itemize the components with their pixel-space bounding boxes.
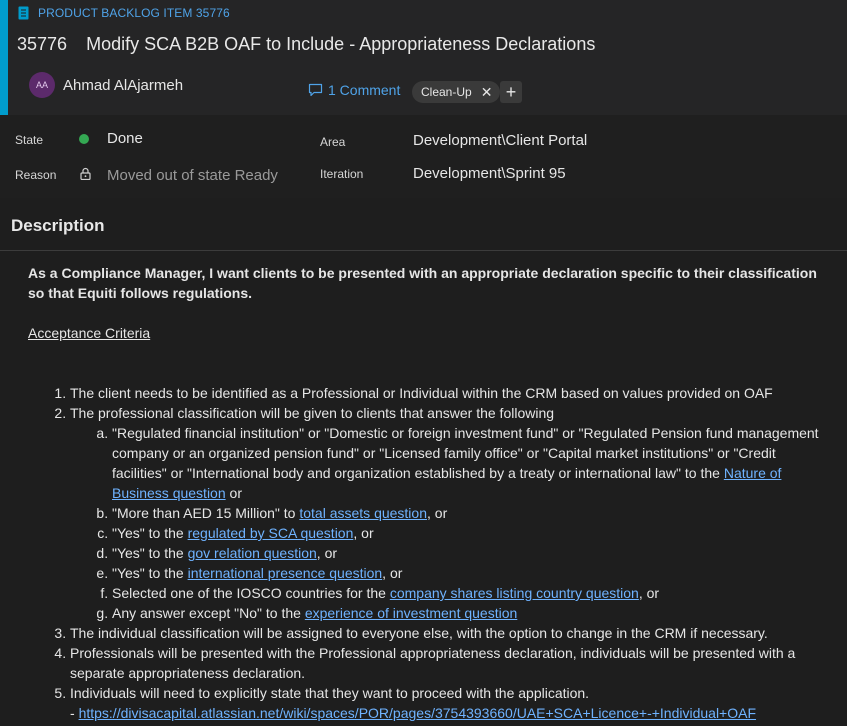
criteria-item-text: The professional classification will be …	[70, 405, 555, 421]
comments-link[interactable]: 1 Comment	[308, 82, 400, 98]
remove-tag-icon[interactable]: ✕	[481, 84, 493, 101]
criteria-item: The individual classification will be as…	[70, 623, 828, 643]
assignee-name[interactable]: Ahmad AlAjarmeh	[63, 77, 183, 94]
sub-criteria-item: "Yes" to the regulated by SCA question, …	[112, 523, 828, 543]
experience-of-investment-link[interactable]: experience of investment question	[305, 605, 517, 621]
acceptance-criteria-heading: Acceptance Criteria	[28, 325, 151, 341]
description-divider	[0, 250, 847, 251]
sub-criteria-item: "Yes" to the gov relation question, or	[112, 543, 828, 563]
criteria-item: The professional classification will be …	[70, 403, 828, 623]
state-label: State	[15, 133, 44, 147]
tag-clean-up[interactable]: Clean-Up ✕	[412, 81, 501, 103]
description-body[interactable]: As a Compliance Manager, I want clients …	[28, 263, 828, 723]
iteration-label: Iteration	[320, 167, 364, 181]
user-story: As a Compliance Manager, I want clients …	[28, 265, 817, 301]
add-tag-button[interactable]: +	[500, 81, 522, 103]
international-presence-link[interactable]: international presence question	[188, 565, 383, 581]
backlog-item-icon	[18, 6, 29, 20]
sub-criteria-item: Selected one of the IOSCO countries for …	[112, 583, 828, 603]
total-assets-link[interactable]: total assets question	[299, 505, 427, 521]
work-item-type-color-bar	[0, 0, 8, 115]
criteria-item: Individuals will need to explicitly stat…	[70, 683, 828, 723]
state-done-icon	[79, 134, 89, 144]
reason-value: Moved out of state Ready	[107, 167, 278, 184]
avatar[interactable]: AA	[29, 72, 55, 98]
comment-icon	[308, 83, 323, 97]
state-value[interactable]: Done	[107, 130, 143, 147]
criteria-item-text: Individuals will need to explicitly stat…	[70, 685, 590, 701]
description-heading: Description	[11, 216, 105, 235]
criteria-item: The client needs to be identified as a P…	[70, 383, 828, 403]
work-item-header: PRODUCT BACKLOG ITEM 35776 35776 Modify …	[0, 0, 847, 115]
acceptance-criteria-list: The client needs to be identified as a P…	[56, 383, 828, 723]
work-item-type-label: PRODUCT BACKLOG ITEM 35776	[38, 6, 230, 20]
sub-criteria-item: "Yes" to the international presence ques…	[112, 563, 828, 583]
area-value[interactable]: Development\Client Portal	[413, 132, 587, 149]
sub-criteria-item: "Regulated financial institution" or "Do…	[112, 423, 828, 503]
work-item-type-line: PRODUCT BACKLOG ITEM 35776	[18, 6, 230, 20]
work-item-fields: State Done Reason Moved out of state Rea…	[0, 115, 847, 198]
sub-criteria-item: Any answer except "No" to the experience…	[112, 603, 828, 623]
work-item-title-text[interactable]: Modify SCA B2B OAF to Include - Appropri…	[86, 34, 595, 54]
company-shares-listing-link[interactable]: company shares listing country question	[390, 585, 639, 601]
lock-icon	[80, 167, 91, 180]
work-item-title[interactable]: 35776 Modify SCA B2B OAF to Include - Ap…	[17, 34, 595, 55]
confluence-page-link[interactable]: https://divisacapital.atlassian.net/wiki…	[79, 705, 756, 721]
gov-relation-link[interactable]: gov relation question	[188, 545, 317, 561]
iteration-value[interactable]: Development\Sprint 95	[413, 165, 566, 182]
tag-label: Clean-Up	[421, 85, 472, 99]
work-item-id: 35776	[17, 34, 68, 54]
sub-criteria-item: "More than AED 15 Million" to total asse…	[112, 503, 828, 523]
area-label: Area	[320, 135, 346, 149]
reason-label: Reason	[15, 168, 57, 182]
comments-count-label: 1 Comment	[328, 82, 401, 98]
professional-criteria-list: "Regulated financial institution" or "Do…	[70, 423, 828, 623]
regulated-by-sca-link[interactable]: regulated by SCA question	[188, 525, 354, 541]
criteria-item: Professionals will be presented with the…	[70, 643, 828, 683]
